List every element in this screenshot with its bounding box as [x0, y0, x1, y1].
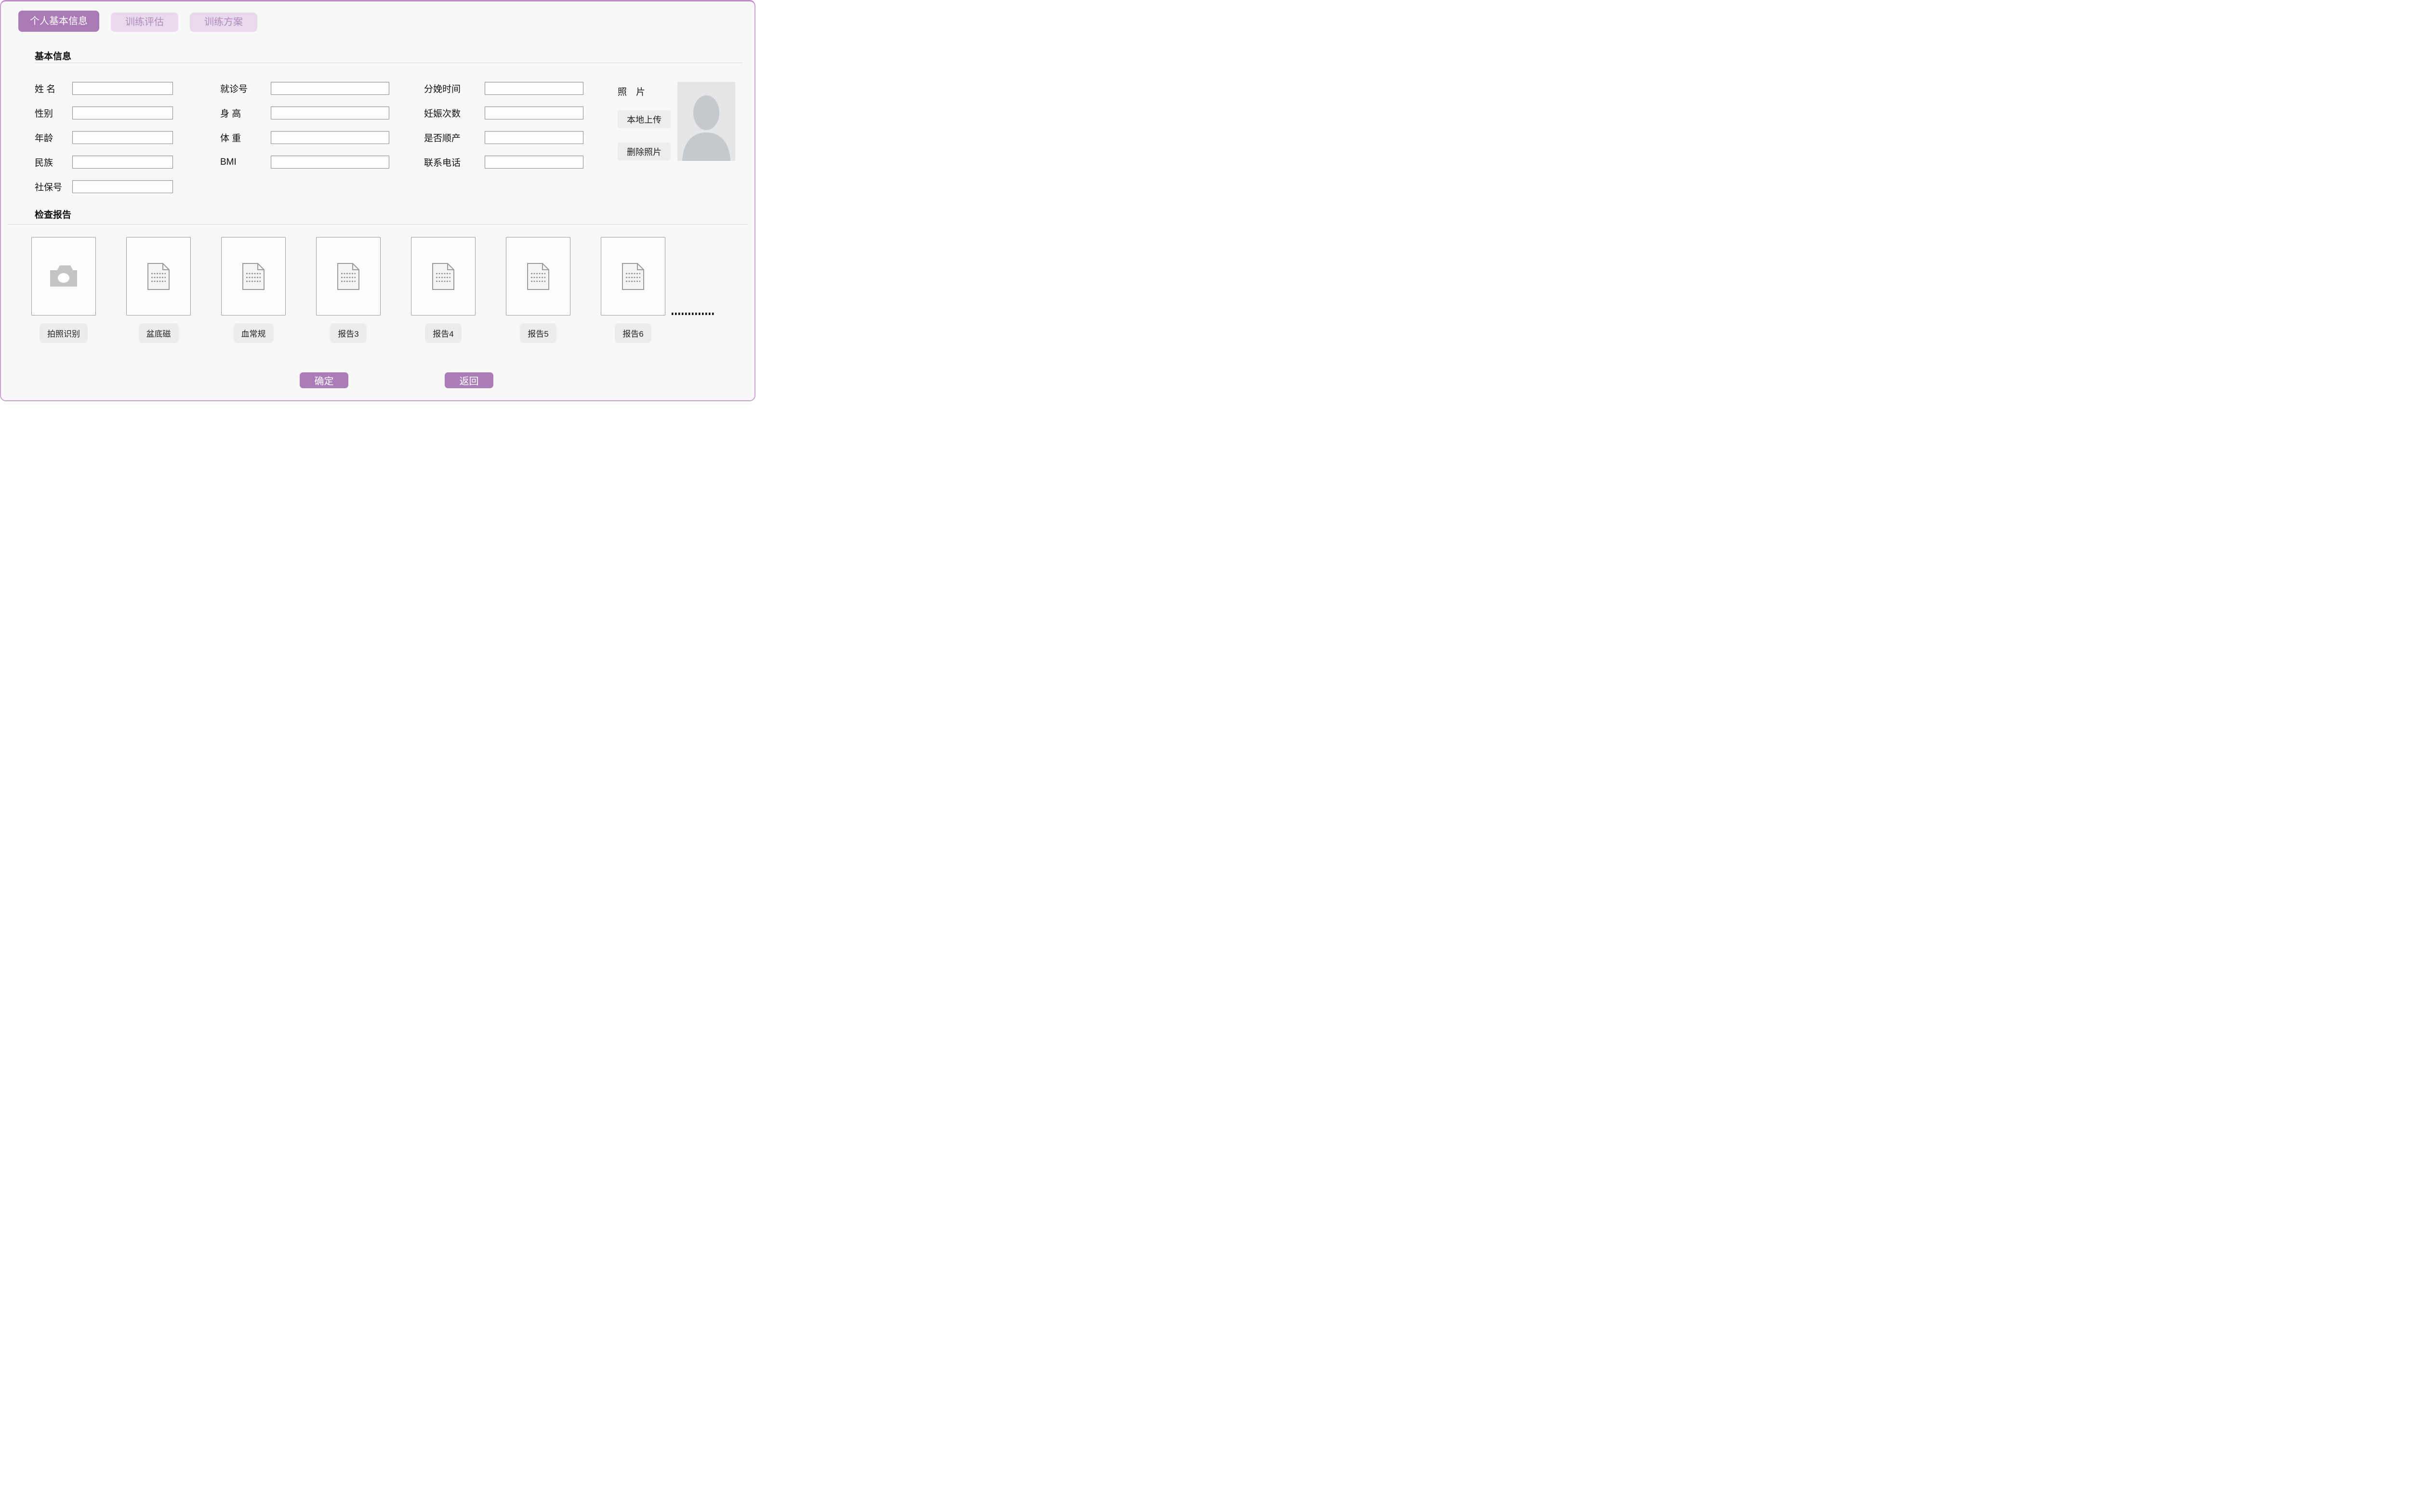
report-card-list: 拍照识别 盆底磁 [31, 237, 665, 343]
pregnancy-count-field-label: 妊娠次数 [424, 106, 485, 119]
contact-phone-input[interactable] [485, 156, 583, 169]
report-card[interactable] [221, 237, 286, 316]
report-card[interactable] [411, 237, 476, 316]
report-card-label[interactable]: 报告5 [520, 323, 556, 343]
ethnicity-field-row: 民族 [35, 156, 173, 169]
document-icon [147, 263, 170, 290]
basic-info-section-title: 基本信息 [35, 49, 71, 62]
contact-phone-field-label: 联系电话 [424, 156, 485, 169]
height-field-row: 身 高 [220, 106, 389, 119]
confirm-button[interactable]: 确定 [300, 372, 348, 388]
weight-input[interactable] [271, 131, 389, 144]
natural-birth-field-label: 是否顺产 [424, 131, 485, 144]
document-icon [337, 263, 359, 290]
delivery-time-field-label: 分娩时间 [424, 82, 485, 95]
report-card-label[interactable]: 血常规 [234, 323, 274, 343]
report-item: 报告6 [601, 237, 665, 343]
bmi-field-row: BMI [220, 156, 389, 169]
gender-field-row: 性别 [35, 106, 173, 119]
more-reports-ellipsis [672, 313, 715, 315]
report-card-label[interactable]: 报告3 [330, 323, 366, 343]
report-item: 盆底磁 [126, 237, 191, 343]
tab-training-plan[interactable]: 训练方案 [190, 13, 257, 32]
report-card-photo-ocr[interactable] [31, 237, 96, 316]
weight-field-row: 体 重 [220, 131, 389, 144]
camera-icon [49, 264, 79, 289]
report-card[interactable] [601, 237, 665, 316]
report-card-label[interactable]: 报告6 [615, 323, 651, 343]
form-column-1: 姓 名 性别 年龄 民族 社保号 [35, 82, 173, 193]
avatar [677, 82, 735, 161]
visit-no-field-label: 就诊号 [220, 82, 271, 95]
gender-field-label: 性别 [35, 106, 72, 119]
name-field-label: 姓 名 [35, 82, 72, 95]
document-icon [527, 263, 549, 290]
pregnancy-count-input[interactable] [485, 106, 583, 119]
height-field-label: 身 高 [220, 106, 271, 119]
form-column-3: 分娩时间 妊娠次数 是否顺产 联系电话 [424, 82, 583, 169]
reports-section-title: 检查报告 [35, 208, 71, 221]
visit-no-field-row: 就诊号 [220, 82, 389, 95]
back-button[interactable]: 返回 [445, 372, 493, 388]
patient-info-panel: 个人基本信息 训练评估 训练方案 基本信息 姓 名 性别 年龄 民族 社保号 就 [0, 0, 755, 401]
age-input[interactable] [72, 131, 173, 144]
report-card-label[interactable]: 拍照识别 [40, 323, 88, 343]
report-item: 报告4 [411, 237, 476, 343]
ethnicity-input[interactable] [72, 156, 173, 169]
social-security-field-row: 社保号 [35, 180, 173, 193]
report-item: 报告5 [506, 237, 570, 343]
name-field-row: 姓 名 [35, 82, 173, 95]
delivery-time-input[interactable] [485, 82, 583, 95]
tab-bar: 个人基本信息 训练评估 训练方案 [18, 11, 257, 32]
report-card[interactable] [126, 237, 191, 316]
contact-phone-field-row: 联系电话 [424, 156, 583, 169]
bmi-field-label: BMI [220, 157, 271, 168]
weight-field-label: 体 重 [220, 131, 271, 144]
delete-photo-button[interactable]: 删除照片 [618, 143, 671, 160]
age-field-label: 年龄 [35, 131, 72, 144]
report-item-photo-ocr: 拍照识别 [31, 237, 96, 343]
person-silhouette-icon [677, 82, 735, 161]
photo-field-label: 照 片 [618, 85, 645, 98]
report-card-label[interactable]: 盆底磁 [139, 323, 179, 343]
document-icon [622, 263, 644, 290]
ethnicity-field-label: 民族 [35, 156, 72, 169]
gender-input[interactable] [72, 106, 173, 119]
report-item: 报告3 [316, 237, 381, 343]
report-card[interactable] [506, 237, 570, 316]
natural-birth-field-row: 是否顺产 [424, 131, 583, 144]
document-icon [432, 263, 454, 290]
natural-birth-input[interactable] [485, 131, 583, 144]
delivery-time-field-row: 分娩时间 [424, 82, 583, 95]
local-upload-button[interactable]: 本地上传 [618, 110, 671, 128]
age-field-row: 年龄 [35, 131, 173, 144]
name-input[interactable] [72, 82, 173, 95]
report-item: 血常规 [221, 237, 286, 343]
report-card-label[interactable]: 报告4 [425, 323, 461, 343]
report-card[interactable] [316, 237, 381, 316]
document-icon [242, 263, 265, 290]
tab-personal-info[interactable]: 个人基本信息 [18, 11, 99, 32]
visit-no-input[interactable] [271, 82, 389, 95]
height-input[interactable] [271, 106, 389, 119]
social-security-input[interactable] [72, 180, 173, 193]
bmi-input[interactable] [271, 156, 389, 169]
form-column-2: 就诊号 身 高 体 重 BMI [220, 82, 389, 169]
pregnancy-count-field-row: 妊娠次数 [424, 106, 583, 119]
tab-training-evaluation[interactable]: 训练评估 [111, 13, 178, 32]
social-security-field-label: 社保号 [35, 180, 72, 193]
